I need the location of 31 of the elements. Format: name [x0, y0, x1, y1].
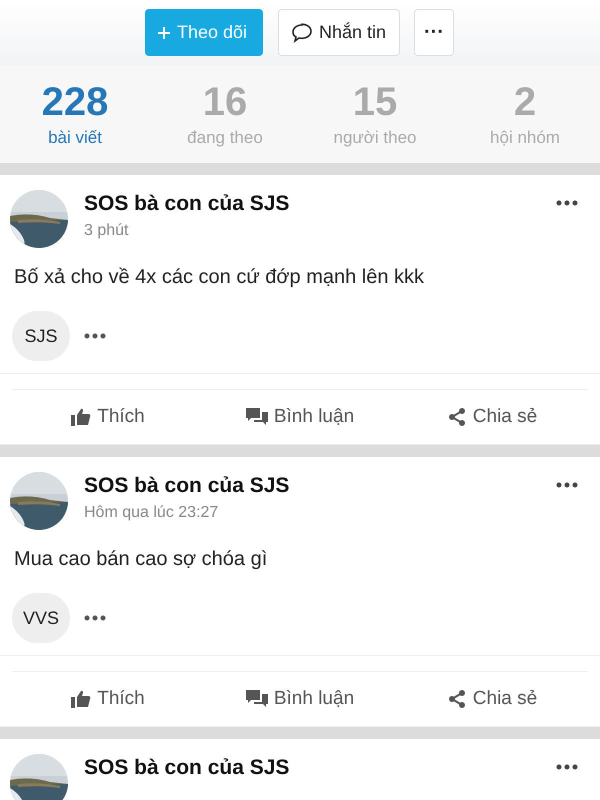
- post-text: Bố xả cho về 4x các con cứ đớp mạnh lên kkk: [14, 266, 426, 289]
- share-button[interactable]: Chia sẻ: [396, 390, 588, 444]
- message-button[interactable]: Nhắn tin: [278, 9, 400, 56]
- more-icon[interactable]: [556, 482, 578, 488]
- author-name[interactable]: SOS bà con của SJS: [84, 756, 556, 780]
- like-button[interactable]: Thích: [12, 672, 204, 726]
- more-icon[interactable]: [84, 615, 106, 621]
- comment-button[interactable]: Bình luận: [204, 672, 396, 726]
- thumbs-up-icon: [71, 408, 92, 426]
- speech-bubble-icon: [291, 22, 313, 42]
- plus-icon: [157, 26, 171, 40]
- share-button[interactable]: Chia sẻ: [396, 672, 588, 726]
- more-icon[interactable]: [84, 333, 106, 339]
- post-text: Mua cao bán cao sợ chóa gì: [14, 548, 268, 571]
- stat-tab[interactable]: 228 bài viết: [0, 65, 150, 163]
- post-time: Hôm qua lúc 23:27: [84, 504, 220, 522]
- more-icon[interactable]: [556, 200, 578, 206]
- share-icon: [446, 407, 467, 427]
- author-name[interactable]: SOS bà con của SJS: [84, 192, 556, 216]
- more-button[interactable]: ···: [414, 9, 454, 56]
- comment-button[interactable]: Bình luận: [204, 390, 396, 444]
- post-time: 3 phút: [84, 222, 130, 240]
- like-button[interactable]: Thích: [12, 390, 204, 444]
- share-icon: [446, 689, 467, 709]
- thumbs-up-icon: [71, 690, 92, 708]
- author-name[interactable]: SOS bà con của SJS: [84, 474, 556, 498]
- chat-bubbles-icon: [246, 690, 268, 708]
- tag-chip[interactable]: VVS: [12, 593, 70, 643]
- more-icon[interactable]: [556, 764, 578, 770]
- tag-chip[interactable]: SJS: [12, 311, 70, 361]
- chat-bubbles-icon: [246, 408, 268, 426]
